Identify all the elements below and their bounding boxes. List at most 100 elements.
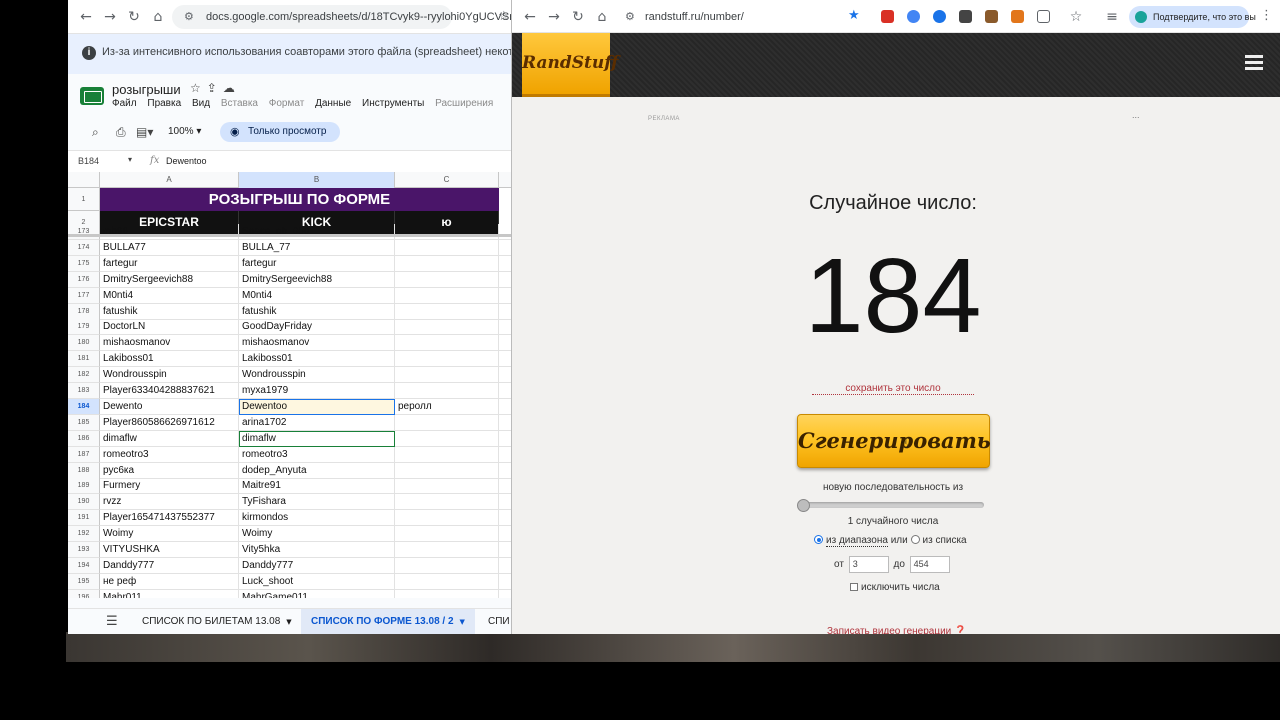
home-icon[interactable]: ⌂: [150, 9, 166, 25]
left-url-field[interactable]: ⚙ docs.google.com/spreadsheets/d/18TCvyk…: [172, 5, 512, 29]
cell-c[interactable]: [395, 303, 499, 320]
menu-extensions[interactable]: Расширения: [435, 98, 493, 109]
column-header-b[interactable]: B: [239, 172, 395, 188]
row-number[interactable]: 191: [68, 510, 100, 527]
all-sheets-icon[interactable]: ☰: [106, 614, 118, 629]
forward-icon[interactable]: →: [546, 9, 562, 25]
to-input[interactable]: 454: [909, 556, 950, 573]
cell-c[interactable]: [395, 367, 499, 384]
cell-c[interactable]: [395, 255, 499, 272]
cell-c[interactable]: [395, 573, 499, 590]
menu-format[interactable]: Формат: [269, 98, 305, 109]
cell-kick[interactable]: Lakiboss01: [239, 351, 395, 368]
cell-kick[interactable]: Space_pb_000: [239, 224, 395, 240]
slider-handle[interactable]: [797, 499, 810, 512]
reload-icon[interactable]: ↻: [126, 9, 142, 25]
cell-kick[interactable]: Dewentoo: [239, 398, 395, 415]
cell-epicstar[interactable]: Player860586626971612: [100, 414, 239, 431]
from-input[interactable]: 3: [848, 556, 889, 573]
cell-kick[interactable]: kirmondos: [239, 510, 395, 527]
cell-c[interactable]: [395, 510, 499, 527]
format-icon[interactable]: ▤▾: [136, 125, 153, 139]
right-url-field[interactable]: ⚙ randstuff.ru/number/: [619, 5, 869, 29]
row-number[interactable]: 188: [68, 462, 100, 479]
cell-kick[interactable]: fartegur: [239, 255, 395, 272]
ad-options-icon[interactable]: ...: [1132, 110, 1140, 120]
row-number[interactable]: 177: [68, 287, 100, 304]
extensions-puzzle-icon[interactable]: [1037, 10, 1050, 23]
cell-kick[interactable]: Woimy: [239, 526, 395, 543]
row-number[interactable]: 185: [68, 414, 100, 431]
cell-c[interactable]: [395, 383, 499, 399]
chevron-down-icon[interactable]: ▾: [128, 155, 132, 164]
cell-epicstar[interactable]: Woimy: [100, 526, 239, 543]
cell-kick[interactable]: fatushik: [239, 303, 395, 320]
zoom-select[interactable]: 100% ▾: [168, 126, 201, 137]
row-number[interactable]: 192: [68, 526, 100, 543]
cell-c[interactable]: [395, 526, 499, 543]
cell-kick[interactable]: romeotro3: [239, 446, 395, 463]
cell-kick[interactable]: mishaosmanov: [239, 335, 395, 352]
cell-epicstar[interactable]: dimaflw: [100, 430, 239, 447]
row-number[interactable]: 183: [68, 383, 100, 399]
home-icon[interactable]: ⌂: [594, 9, 610, 25]
cell-epicstar[interactable]: Lakiboss01: [100, 351, 239, 368]
extension-icon[interactable]: [985, 10, 998, 23]
cell-c[interactable]: [395, 494, 499, 511]
cell-c[interactable]: [395, 239, 499, 256]
exclude-checkbox[interactable]: [850, 583, 858, 591]
cell-epicstar[interactable]: Furmery: [100, 478, 239, 495]
help-icon[interactable]: ❓: [954, 626, 966, 634]
row-number[interactable]: 195: [68, 573, 100, 590]
menu-insert[interactable]: Вставка: [221, 98, 258, 109]
cell-epicstar[interactable]: DmitrySergeevich88: [100, 271, 239, 288]
cell-c[interactable]: [395, 319, 499, 336]
sheets-logo-icon[interactable]: [80, 87, 104, 105]
cell-c[interactable]: [395, 271, 499, 288]
back-icon[interactable]: ←: [522, 9, 538, 25]
doc-title[interactable]: розыгрыши: [112, 82, 181, 97]
tab-tickets-list[interactable]: СПИСОК ПО БИЛЕТАМ 13.08 ▼: [132, 609, 302, 634]
more-menu-icon[interactable]: ⋮: [1260, 8, 1273, 23]
extension-icon[interactable]: [907, 10, 920, 23]
hamburger-menu-icon[interactable]: [1245, 55, 1263, 71]
bookmarks-star-icon[interactable]: ☆: [1068, 9, 1084, 25]
cell-c[interactable]: [395, 287, 499, 304]
cell-kick[interactable]: Danddy777: [239, 557, 395, 574]
view-only-chip[interactable]: ◉ Только просмотр: [220, 122, 341, 142]
tab-more[interactable]: СПИ: [478, 609, 512, 634]
radio-range-label[interactable]: из диапазона: [826, 535, 888, 547]
count-slider[interactable]: [800, 502, 984, 508]
menu-view[interactable]: Вид: [192, 98, 210, 109]
column-header-c[interactable]: C: [395, 172, 499, 188]
cell-kick[interactable]: TyFishara: [239, 494, 395, 511]
cell-epicstar[interactable]: Player633404288837621: [100, 383, 239, 399]
bookmark-icon[interactable]: ☆: [498, 9, 510, 24]
menu-data[interactable]: Данные: [315, 98, 351, 109]
cell-c[interactable]: [395, 430, 499, 447]
cell-epicstar[interactable]: mb96: [100, 224, 239, 240]
cell-kick[interactable]: Luck_shoot: [239, 573, 395, 590]
cell-c[interactable]: [395, 557, 499, 574]
cell-epicstar[interactable]: M0nti4: [100, 287, 239, 304]
cell-kick[interactable]: arina1702: [239, 414, 395, 431]
menu-file[interactable]: Файл: [112, 98, 137, 109]
cell-c[interactable]: [395, 589, 499, 598]
row-number[interactable]: 180: [68, 335, 100, 352]
cell-kick[interactable]: Vity5hka: [239, 542, 395, 558]
row-number[interactable]: 196: [68, 589, 100, 598]
cell-kick[interactable]: DmitrySergeevich88: [239, 271, 395, 288]
cell-kick[interactable]: dodep_Anyuta: [239, 462, 395, 479]
cell-c[interactable]: [395, 335, 499, 352]
cell-epicstar[interactable]: VITYUSHKA: [100, 542, 239, 558]
cell-c[interactable]: [395, 542, 499, 558]
row-number[interactable]: 184: [68, 398, 100, 415]
cell-kick[interactable]: M0nti4: [239, 287, 395, 304]
media-list-icon[interactable]: ≡: [1104, 9, 1120, 25]
metamask-icon[interactable]: [1011, 10, 1024, 23]
site-info-icon[interactable]: ⚙: [184, 10, 194, 23]
cell-epicstar[interactable]: Wondrousspin: [100, 367, 239, 384]
row-number[interactable]: 178: [68, 303, 100, 320]
cell-kick[interactable]: Wondrousspin: [239, 367, 395, 384]
save-number-link[interactable]: сохранить это число: [812, 383, 974, 395]
